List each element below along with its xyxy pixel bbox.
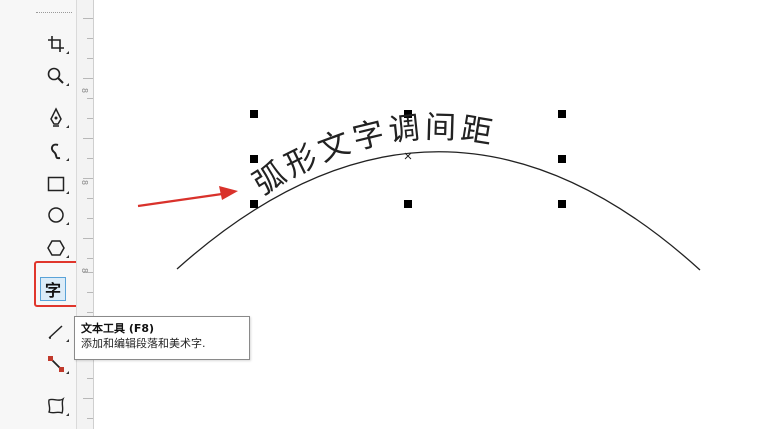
drawing-canvas[interactable]: 弧形文字调间距 [0, 0, 757, 429]
selection-handle [250, 155, 258, 163]
selection-handle [558, 155, 566, 163]
selection-handle [558, 110, 566, 118]
selection-handle [558, 200, 566, 208]
arc-text-path: 弧形文字调间距 [247, 109, 495, 202]
tooltip-title: 文本工具 (F8) [81, 322, 155, 335]
selection-handle [404, 200, 412, 208]
selection-handle [250, 200, 258, 208]
tooltip-description: 添加和编辑段落和美术字. [81, 337, 206, 350]
arc-text[interactable]: 弧形文字调间距 [247, 109, 499, 202]
annotation-arrow [137, 186, 238, 208]
selection-handle [250, 110, 258, 118]
text-tool-tooltip: 文本工具 (F8) 添加和编辑段落和美术字. [74, 316, 250, 360]
